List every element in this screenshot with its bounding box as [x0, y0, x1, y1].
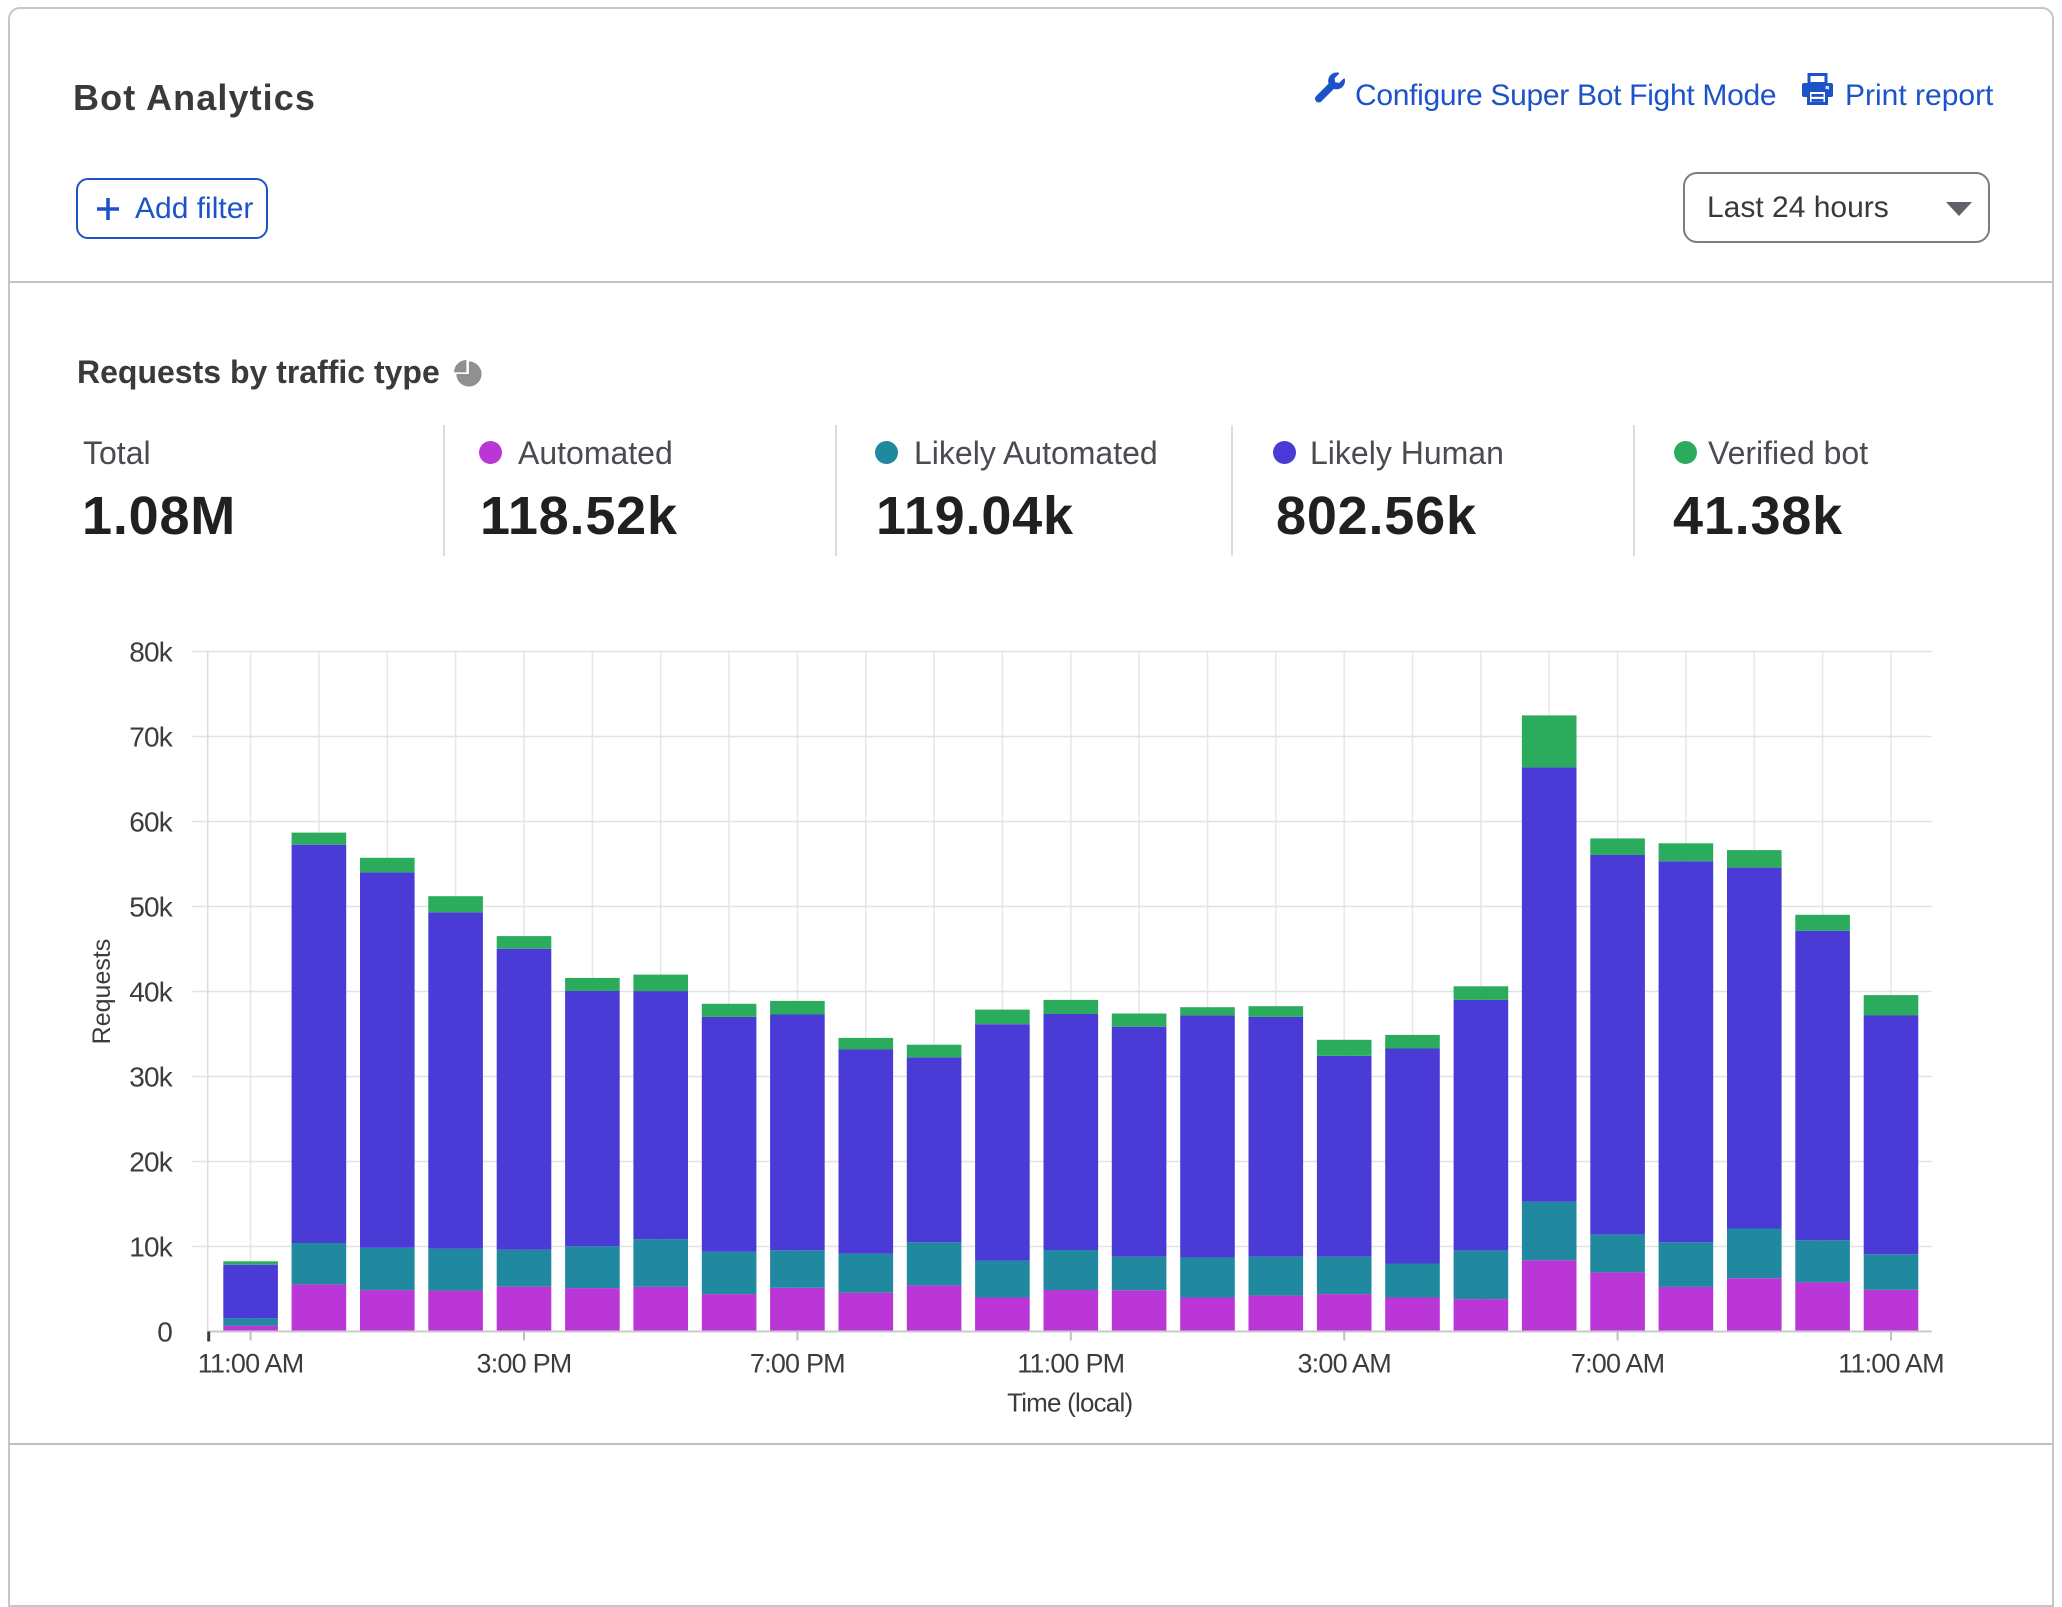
svg-text:11:00 AM: 11:00 AM: [1838, 1348, 1944, 1378]
svg-text:40k: 40k: [129, 977, 174, 1008]
svg-text:60k: 60k: [129, 807, 174, 838]
svg-text:Requests: Requests: [88, 939, 116, 1045]
svg-text:50k: 50k: [129, 892, 174, 923]
svg-text:30k: 30k: [129, 1062, 174, 1093]
svg-text:70k: 70k: [129, 722, 174, 753]
svg-text:7:00 AM: 7:00 AM: [1571, 1348, 1664, 1378]
svg-text:80k: 80k: [129, 637, 174, 668]
svg-text:10k: 10k: [129, 1232, 174, 1263]
svg-text:3:00 AM: 3:00 AM: [1297, 1348, 1390, 1378]
svg-text:0: 0: [157, 1317, 172, 1348]
svg-text:7:00 PM: 7:00 PM: [750, 1348, 845, 1378]
svg-text:3:00 PM: 3:00 PM: [477, 1348, 572, 1378]
svg-text:20k: 20k: [129, 1147, 174, 1178]
svg-text:11:00 AM: 11:00 AM: [198, 1348, 304, 1378]
svg-text:Time (local): Time (local): [1007, 1388, 1132, 1418]
svg-text:11:00 PM: 11:00 PM: [1017, 1348, 1124, 1378]
